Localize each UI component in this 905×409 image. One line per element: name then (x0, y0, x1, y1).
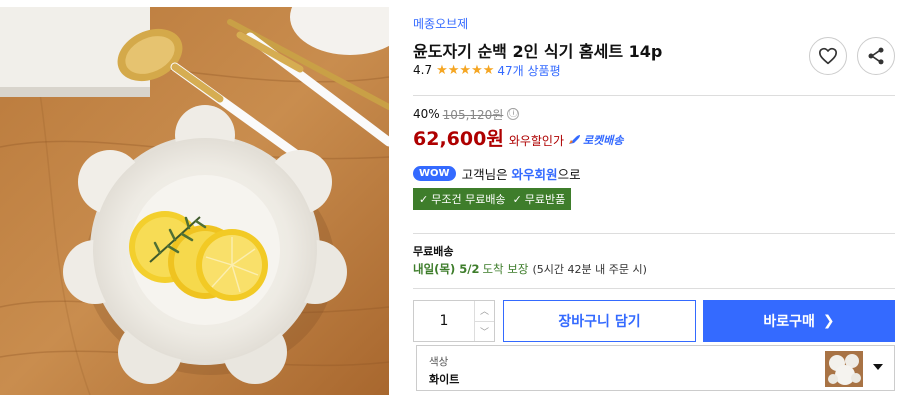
color-option-select[interactable]: 색상 화이트 (416, 345, 895, 391)
star-icon: ★ (447, 62, 460, 78)
wishlist-button[interactable] (809, 37, 847, 75)
wow-text-prefix: 고객님은 (461, 166, 512, 182)
delivery-date: 내일(목) 5/2 (413, 262, 480, 276)
product-image (0, 7, 389, 395)
benefit-free-return: ✓ 무료반품 (513, 191, 566, 207)
chevron-right-icon: ❯ (822, 313, 835, 329)
section-divider (413, 288, 895, 289)
delivery-guarantee: 도착 보장 (482, 262, 529, 276)
check-icon: ✓ (512, 192, 522, 206)
quantity-stepper: ︿ ﹀ (413, 300, 495, 342)
star-icon: ★ (482, 62, 495, 78)
star-icon: ★ (459, 62, 472, 78)
product-info-panel: 메종오브제 윤도자기 순백 2인 식기 홈세트 14p 4.7 ★ ★ ★ ★ … (413, 0, 898, 409)
quantity-input[interactable] (414, 301, 474, 341)
share-button[interactable] (857, 37, 895, 75)
price-row: 62,600원 와우할인가 로켓배송 (413, 124, 624, 150)
rocket-delivery-badge: 로켓배송 (568, 132, 624, 148)
rocket-icon (569, 135, 581, 144)
benefit-label: 무조건 무료배송 (431, 193, 506, 206)
option-label: 색상 (429, 356, 449, 368)
brand-link[interactable]: 메종오브제 (413, 15, 468, 32)
wow-member-row: WOW 고객님은 와우회원으로 (413, 164, 581, 182)
info-icon[interactable]: ⓘ (507, 108, 520, 120)
caret-down-icon (873, 364, 883, 370)
share-icon (868, 47, 884, 65)
rocket-delivery-label: 로켓배송 (583, 133, 624, 147)
discount-row: 40% 105,120원 ⓘ (413, 106, 520, 122)
discount-rate: 40% (413, 107, 440, 121)
wow-text-suffix: 으로 (557, 166, 581, 182)
review-count-link[interactable]: 47개 상품평 (497, 62, 560, 79)
rating-score: 4.7 (413, 63, 433, 77)
original-price: 105,120원 (442, 107, 504, 122)
add-to-cart-button[interactable]: 장바구니 담기 (503, 300, 696, 342)
heart-icon (818, 47, 837, 65)
delivery-note: (5시간 42분 내 주문 시) (532, 263, 647, 276)
chevron-up-icon[interactable]: ︿ (475, 301, 494, 321)
rating-row: 4.7 ★ ★ ★ ★ ★ 47개 상품평 (413, 62, 561, 78)
check-icon: ✓ (419, 192, 429, 206)
star-rating: ★ ★ ★ ★ ★ (436, 64, 494, 77)
shipping-row: 내일(목) 5/2 도착 보장 (5시간 42분 내 주문 시) (413, 261, 647, 277)
sale-price-label: 와우할인가 (508, 134, 565, 148)
sale-price: 62,600원 (413, 128, 504, 150)
product-title: 윤도자기 순백 2인 식기 홈세트 14p (413, 42, 663, 61)
option-thumbnail (825, 351, 863, 387)
section-divider (413, 233, 895, 234)
section-divider (413, 95, 895, 96)
chevron-down-icon[interactable]: ﹀ (475, 320, 494, 342)
wow-badge: WOW (413, 165, 456, 181)
benefit-badge: ✓ 무조건 무료배송 ✓ 무료반품 (413, 188, 572, 210)
option-value: 화이트 (429, 373, 460, 386)
star-icon: ★ (471, 62, 483, 78)
star-icon: ★ (436, 62, 448, 78)
wow-text: 고객님은 와우회원으로 (462, 164, 581, 183)
benefit-label: 무료반품 (524, 193, 566, 206)
buy-now-button[interactable]: 바로구매 ❯ (703, 300, 895, 342)
quantity-arrows: ︿ ﹀ (474, 301, 494, 341)
benefit-free-shipping: ✓ 무조건 무료배송 (419, 191, 506, 207)
product-photo-lemon-on-white-plate (0, 7, 389, 395)
shipping-title: 무료배송 (413, 245, 454, 258)
buy-now-label: 바로구매 (763, 314, 815, 330)
wow-member-label: 와우회원 (511, 166, 558, 182)
